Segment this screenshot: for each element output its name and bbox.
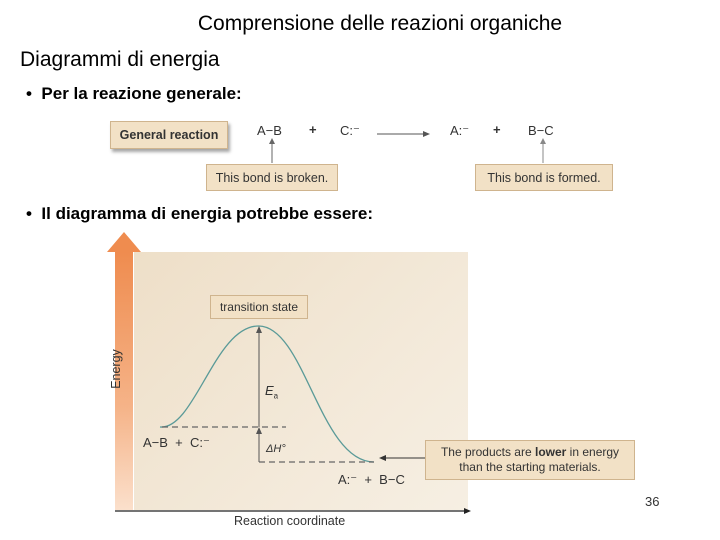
activation-energy-symbol: E	[265, 383, 274, 398]
activation-energy-label: Ea	[265, 383, 278, 401]
products-note-bold: lower	[535, 445, 567, 459]
reactants-label: A−B + C:⁻	[143, 435, 210, 450]
activation-energy-subscript: a	[273, 391, 279, 401]
products-note-prefix: The products are	[440, 445, 535, 459]
products-note-line2: than the starting materials.	[459, 460, 601, 474]
transition-state-label: transition state	[210, 295, 308, 319]
page-number: 36	[645, 494, 660, 509]
activation-energy-arrow	[256, 326, 262, 427]
reaction-coordinate-label: Reaction coordinate	[234, 514, 346, 528]
products-lower-energy-note: The products are lower in energy than th…	[425, 440, 635, 480]
products-callout-pointer	[379, 455, 425, 461]
products-label: A:⁻ + B−C	[338, 472, 405, 487]
products-note-line1: The products are lower in energy	[426, 445, 634, 460]
products-note-suffix: in energy	[566, 445, 620, 459]
enthalpy-arrow	[256, 427, 262, 462]
enthalpy-label: ΔH°	[266, 443, 286, 455]
